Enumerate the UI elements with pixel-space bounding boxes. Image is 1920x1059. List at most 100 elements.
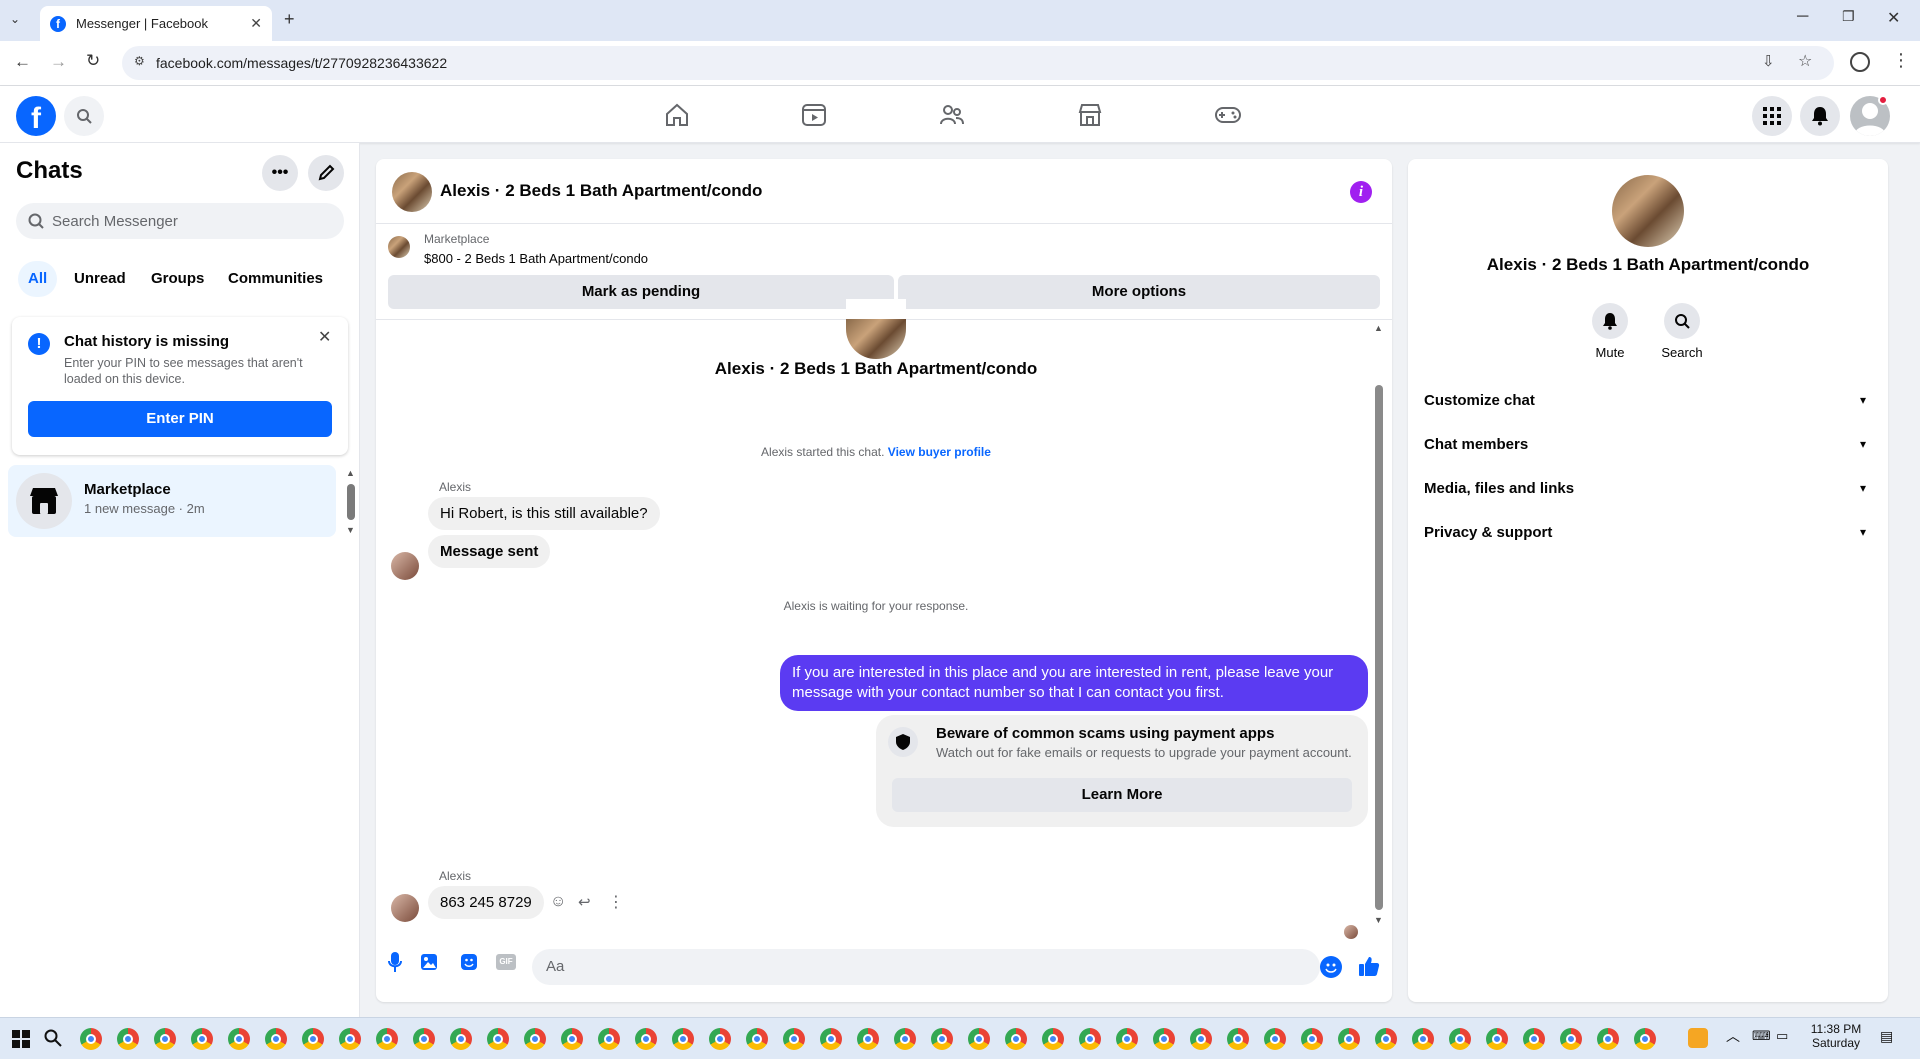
section-chat-members[interactable]: Chat members ▾: [1424, 424, 1872, 464]
section-customize-chat[interactable]: Customize chat ▾: [1424, 380, 1872, 420]
taskbar-browser-app-icon[interactable]: [857, 1028, 879, 1050]
minimize-icon[interactable]: ─: [1797, 8, 1808, 26]
tray-network-icon[interactable]: ⌨: [1752, 1028, 1771, 1044]
sender-avatar[interactable]: [391, 552, 419, 580]
reload-icon[interactable]: ↻: [86, 51, 100, 71]
photo-icon[interactable]: [420, 953, 438, 971]
outgoing-message[interactable]: If you are interested in this place and …: [780, 655, 1368, 711]
chat-list-item-marketplace[interactable]: Marketplace 1 new message · 2m: [8, 465, 336, 537]
taskbar-browser-app-icon[interactable]: [598, 1028, 620, 1050]
taskbar-browser-app-icon[interactable]: [154, 1028, 176, 1050]
taskbar-browser-app-icon[interactable]: [1486, 1028, 1508, 1050]
taskbar-browser-app-icon[interactable]: [376, 1028, 398, 1050]
gif-icon[interactable]: GIF: [496, 954, 516, 970]
tray-app-icon[interactable]: [1688, 1028, 1708, 1048]
taskbar-browser-app-icon[interactable]: [968, 1028, 990, 1050]
taskbar-browser-app-icon[interactable]: [1523, 1028, 1545, 1050]
taskbar-clock[interactable]: 11:38 PM Saturday: [1806, 1022, 1866, 1050]
taskbar-browser-app-icon[interactable]: [1597, 1028, 1619, 1050]
notifications-bell-icon[interactable]: [1800, 96, 1840, 136]
taskbar-browser-app-icon[interactable]: [746, 1028, 768, 1050]
taskbar-browser-app-icon[interactable]: [1264, 1028, 1286, 1050]
section-media-files-links[interactable]: Media, files and links ▾: [1424, 468, 1872, 508]
section-privacy-support[interactable]: Privacy & support ▾: [1424, 512, 1872, 552]
taskbar-browser-app-icon[interactable]: [1227, 1028, 1249, 1050]
browser-menu-icon[interactable]: ⋮: [1892, 50, 1910, 71]
browser-tab[interactable]: f Messenger | Facebook ✕: [40, 6, 272, 41]
forward-icon[interactable]: →: [50, 52, 67, 72]
view-buyer-profile-link[interactable]: View buyer profile: [888, 445, 991, 459]
tab-close-icon[interactable]: ✕: [250, 15, 262, 32]
emoji-icon[interactable]: [1320, 956, 1342, 978]
message-more-icon[interactable]: ⋮: [608, 892, 624, 912]
taskbar-browser-app-icon[interactable]: [524, 1028, 546, 1050]
home-nav-icon[interactable]: [664, 102, 690, 128]
profile-icon[interactable]: [1850, 52, 1870, 72]
windows-start-icon[interactable]: [12, 1030, 30, 1048]
microphone-icon[interactable]: [388, 951, 402, 973]
reply-icon[interactable]: ↩: [578, 893, 591, 911]
filter-tab-groups[interactable]: Groups: [141, 261, 214, 297]
sticker-icon[interactable]: [460, 953, 478, 971]
taskbar-browser-app-icon[interactable]: [931, 1028, 953, 1050]
taskbar-browser-app-icon[interactable]: [672, 1028, 694, 1050]
taskbar-browser-app-icon[interactable]: [820, 1028, 842, 1050]
search-conversation-icon[interactable]: [1664, 303, 1700, 339]
mute-bell-icon[interactable]: [1592, 303, 1628, 339]
marketplace-nav-icon[interactable]: [1077, 102, 1103, 128]
video-nav-icon[interactable]: [801, 102, 827, 128]
taskbar-browser-app-icon[interactable]: [1375, 1028, 1397, 1050]
taskbar-browser-app-icon[interactable]: [1301, 1028, 1323, 1050]
learn-more-button[interactable]: Learn More: [892, 778, 1352, 812]
incoming-message[interactable]: Hi Robert, is this still available?: [428, 497, 660, 530]
taskbar-browser-app-icon[interactable]: [1190, 1028, 1212, 1050]
thumbs-up-icon[interactable]: [1358, 955, 1380, 977]
conversation-scrollbar[interactable]: ▲ ▼: [1374, 324, 1384, 934]
new-tab-icon[interactable]: +: [284, 9, 295, 30]
taskbar-browser-app-icon[interactable]: [1560, 1028, 1582, 1050]
details-avatar[interactable]: [1612, 175, 1684, 247]
friends-nav-icon[interactable]: [939, 102, 965, 128]
back-icon[interactable]: ←: [14, 52, 31, 72]
fb-search-icon[interactable]: [64, 96, 104, 136]
menu-grid-icon[interactable]: [1752, 96, 1792, 136]
react-emoji-icon[interactable]: ☺: [550, 893, 566, 911]
taskbar-browser-app-icon[interactable]: [228, 1028, 250, 1050]
taskbar-browser-app-icon[interactable]: [302, 1028, 324, 1050]
notice-close-icon[interactable]: ✕: [318, 327, 331, 347]
notification-center-icon[interactable]: ▤: [1880, 1028, 1893, 1045]
taskbar-browser-app-icon[interactable]: [709, 1028, 731, 1050]
taskbar-browser-app-icon[interactable]: [635, 1028, 657, 1050]
search-messenger-input[interactable]: Search Messenger: [16, 203, 344, 239]
conversation-info-icon[interactable]: i: [1350, 181, 1372, 203]
taskbar-browser-app-icon[interactable]: [561, 1028, 583, 1050]
bookmark-star-icon[interactable]: ☆: [1798, 51, 1812, 71]
taskbar-browser-app-icon[interactable]: [487, 1028, 509, 1050]
taskbar-browser-app-icon[interactable]: [191, 1028, 213, 1050]
taskbar-browser-app-icon[interactable]: [1634, 1028, 1656, 1050]
site-info-icon[interactable]: ⚙: [134, 54, 145, 68]
more-options-button[interactable]: More options: [898, 275, 1380, 309]
restore-icon[interactable]: ❐: [1842, 8, 1855, 25]
enter-pin-button[interactable]: Enter PIN: [28, 401, 332, 437]
taskbar-browser-app-icon[interactable]: [80, 1028, 102, 1050]
mark-as-pending-button[interactable]: Mark as pending: [388, 275, 894, 309]
taskbar-browser-app-icon[interactable]: [1338, 1028, 1360, 1050]
facebook-logo-icon[interactable]: f: [16, 96, 56, 136]
tab-search-chevron-icon[interactable]: ⌄: [10, 12, 20, 26]
taskbar-browser-app-icon[interactable]: [1153, 1028, 1175, 1050]
taskbar-browser-app-icon[interactable]: [117, 1028, 139, 1050]
incoming-message[interactable]: 863 245 8729: [428, 886, 544, 919]
listing-text[interactable]: $800 - 2 Beds 1 Bath Apartment/condo: [424, 251, 648, 266]
close-window-icon[interactable]: ✕: [1887, 8, 1900, 28]
filter-tab-unread[interactable]: Unread: [64, 261, 136, 297]
filter-tab-communities[interactable]: Communities: [218, 261, 333, 297]
conversation-title[interactable]: Alexis · 2 Beds 1 Bath Apartment/condo: [440, 181, 762, 201]
message-input[interactable]: Aa: [532, 949, 1320, 985]
gaming-nav-icon[interactable]: [1214, 102, 1242, 128]
new-message-icon[interactable]: [308, 155, 344, 191]
address-bar[interactable]: ⚙ facebook.com/messages/t/27709282364336…: [122, 46, 1834, 80]
taskbar-browser-app-icon[interactable]: [1449, 1028, 1471, 1050]
taskbar-browser-app-icon[interactable]: [450, 1028, 472, 1050]
tray-display-icon[interactable]: ▭: [1776, 1028, 1788, 1044]
